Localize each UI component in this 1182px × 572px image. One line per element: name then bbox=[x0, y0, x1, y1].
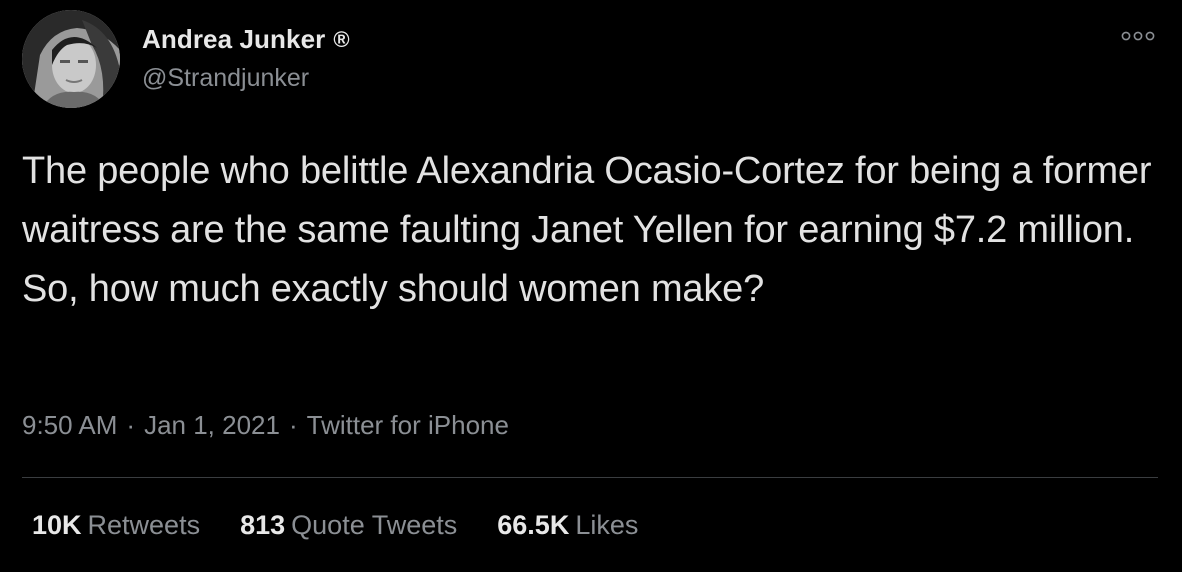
author-name-row: Andrea Junker ® bbox=[142, 24, 350, 55]
divider bbox=[22, 477, 1158, 478]
quote-tweets-stat[interactable]: 813 Quote Tweets bbox=[240, 510, 457, 541]
quote-tweets-label: Quote Tweets bbox=[291, 510, 458, 540]
meta-separator: · bbox=[126, 410, 136, 440]
tweet-time: 9:50 AM bbox=[22, 410, 118, 440]
avatar[interactable] bbox=[22, 10, 120, 108]
meta-separator: · bbox=[288, 410, 298, 440]
likes-label: Likes bbox=[575, 510, 639, 540]
tweet-card: Andrea Junker ® @Strandjunker The people… bbox=[0, 0, 1182, 572]
tweet-source[interactable]: Twitter for iPhone bbox=[307, 410, 509, 440]
tweet-stats: 10K Retweets 813 Quote Tweets 66.5K Likes bbox=[32, 510, 638, 541]
tweet-date: Jan 1, 2021 bbox=[144, 410, 280, 440]
retweets-count: 10K bbox=[32, 510, 82, 540]
registered-mark: ® bbox=[333, 26, 350, 52]
tweet-timestamp[interactable]: 9:50 AM · Jan 1, 2021 bbox=[22, 410, 280, 440]
quote-tweets-count: 813 bbox=[240, 510, 286, 540]
more-options-button[interactable] bbox=[1118, 26, 1158, 46]
retweets-label: Retweets bbox=[87, 510, 201, 540]
tweet-text: The people who belittle Alexandria Ocasi… bbox=[22, 150, 1152, 310]
likes-stat[interactable]: 66.5K Likes bbox=[497, 510, 638, 541]
tweet-meta: 9:50 AM · Jan 1, 2021 · Twitter for iPhone bbox=[22, 410, 509, 441]
ellipsis-icon bbox=[1121, 31, 1155, 41]
author-name[interactable]: Andrea Junker bbox=[142, 24, 325, 55]
author-handle[interactable]: @Strandjunker bbox=[142, 64, 309, 93]
avatar-image bbox=[22, 10, 120, 108]
retweets-stat[interactable]: 10K Retweets bbox=[32, 510, 200, 541]
likes-count: 66.5K bbox=[497, 510, 570, 540]
